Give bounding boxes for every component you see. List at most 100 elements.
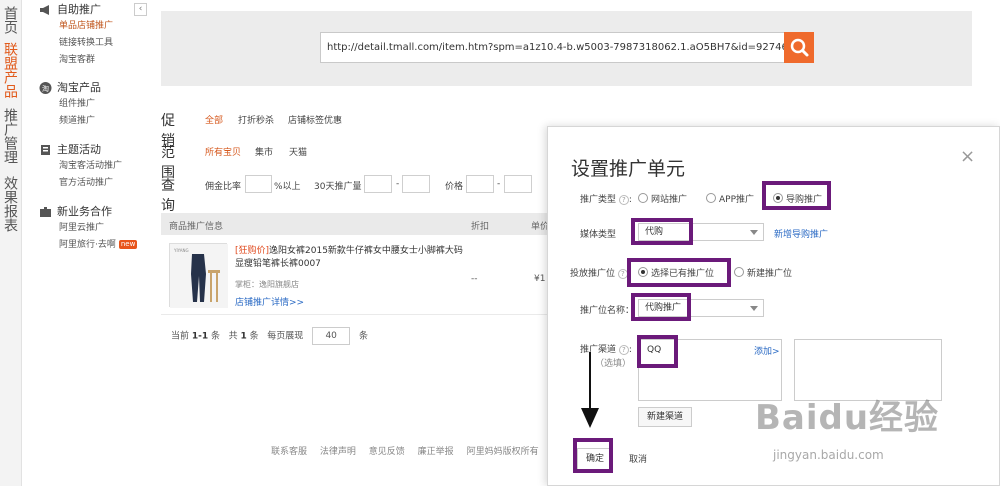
media-type-label: 媒体类型: [580, 230, 617, 240]
volume-min-input[interactable]: [364, 175, 392, 193]
help-icon[interactable]: ?: [618, 345, 629, 355]
activity-icon: [41, 145, 50, 155]
highlight-placement-name: [631, 293, 691, 321]
per-page-select[interactable]: 40: [312, 327, 351, 345]
sidebar-item-taoke-events[interactable]: 淘宝客活动推广: [39, 158, 122, 175]
sidebar-section-header[interactable]: 新业务合作: [39, 204, 137, 220]
highlight-existing-placement: [627, 258, 731, 287]
vnav-item-reports[interactable]: 效果报表: [2, 176, 18, 232]
placement-name-label-text: 推广位名称: [580, 306, 626, 316]
sidebar-section-header[interactable]: 淘 淘宝产品: [39, 80, 101, 96]
arrow-down-icon: [581, 408, 599, 428]
product-image-label: YIYANG: [173, 248, 189, 253]
pager-unit: 条: [211, 331, 221, 342]
footer-copyright: 阿里妈妈版权所有: [466, 447, 539, 457]
new-badge: new: [118, 240, 138, 249]
placement-label-text: 投放推广位: [570, 269, 616, 279]
sidebar-item-taoke-group[interactable]: 淘宝客群: [39, 52, 113, 69]
promo-option-discount[interactable]: 打折秒杀: [238, 113, 274, 126]
commission-input[interactable]: [245, 175, 272, 193]
sidebar-collapse-button[interactable]: ‹: [134, 3, 147, 16]
product-title[interactable]: [狂购价]逸阳女裤2015新款牛仔裤女中腰女士小脚裤大码显瘦铅笔裤长裤0007: [235, 245, 471, 271]
megaphone-icon: [40, 5, 49, 15]
commission-suffix: %以上: [274, 182, 301, 192]
scope-option-market[interactable]: 集市: [255, 145, 273, 158]
vnav-item-promo-manage[interactable]: 推广管理: [2, 108, 18, 164]
sidebar-section-header[interactable]: 自助推广: [39, 2, 113, 18]
volume-max-input[interactable]: [402, 175, 430, 193]
pager-total: 1: [240, 331, 247, 342]
commission-label: 佣金比率: [205, 182, 242, 192]
placement-label: 投放推广位 ?:: [570, 269, 631, 279]
product-discount: --: [471, 274, 478, 284]
taobao-icon: 淘: [39, 82, 52, 94]
table-header: 商品推广信息 折扣 单价: [161, 213, 551, 235]
annotation-arrow-line: [589, 352, 591, 412]
column-header-discount: 折扣: [471, 222, 490, 232]
footer-link-report[interactable]: 廉正举报: [418, 447, 454, 457]
sidebar-section-taobao-products: 淘 淘宝产品 组件推广 频道推广: [39, 80, 101, 130]
puzzle-icon: [40, 207, 51, 217]
footer-link-contact[interactable]: 联系客服: [271, 447, 307, 457]
price-min-input[interactable]: [466, 175, 494, 193]
svg-text:淘: 淘: [42, 84, 49, 93]
product-shop: 掌柜：逸阳旗舰店: [235, 280, 299, 289]
product-thumbnail[interactable]: YIYANG: [169, 243, 228, 308]
query-filter-label: 查询: [161, 178, 175, 214]
price-max-input[interactable]: [504, 175, 532, 193]
close-icon[interactable]: ×: [960, 146, 975, 167]
pager-unit: 条: [249, 331, 259, 342]
sidebar-item-label: 阿里旅行·去啊: [59, 240, 116, 250]
watermark-url: jingyan.baidu.com: [773, 448, 884, 462]
sidebar-item-link-convert[interactable]: 链接转换工具: [39, 35, 113, 52]
promo-option-all[interactable]: 全部: [205, 113, 223, 126]
sidebar-section-title: 淘宝产品: [57, 81, 101, 94]
column-header-product: 商品推广信息: [169, 222, 224, 232]
search-area: http://detail.tmall.com/item.htm?spm=a1z…: [161, 11, 972, 86]
sidebar-section-header[interactable]: 主题活动: [39, 142, 122, 158]
watermark-brand: Baidu经验: [755, 398, 940, 438]
radio-website-promo[interactable]: 网站推广: [638, 192, 687, 205]
channel-optional-hint: （选填）: [595, 359, 632, 369]
scope-option-all[interactable]: 所有宝贝: [205, 145, 241, 158]
product-price: ¥1: [534, 274, 546, 284]
volume-dash: -: [396, 179, 400, 189]
pager-current-label: 当前: [171, 331, 190, 342]
footer-link-feedback[interactable]: 意见反馈: [369, 447, 405, 457]
cancel-button[interactable]: 取消: [629, 452, 647, 465]
search-button[interactable]: [784, 32, 814, 63]
sidebar-item-channel-promo[interactable]: 频道推广: [39, 113, 101, 130]
search-input[interactable]: http://detail.tmall.com/item.htm?spm=a1z…: [320, 32, 785, 63]
vnav-item-home[interactable]: 首页: [2, 6, 18, 34]
radio-new-placement[interactable]: 新建推广位: [734, 266, 792, 279]
vnav-item-products[interactable]: 联盟产品: [2, 42, 18, 98]
sidebar-section-title: 主题活动: [57, 143, 101, 156]
pager-current: 1-1: [191, 331, 209, 342]
promo-option-shop-tag[interactable]: 店铺标签优惠: [288, 113, 342, 126]
footer-link-legal[interactable]: 法律声明: [320, 447, 356, 457]
promo-type-label: 推广类型 ?:: [580, 195, 632, 205]
shop-promo-detail-link[interactable]: 店铺推广详情>>: [235, 295, 304, 308]
add-shopping-guide-link[interactable]: 新增导购推广: [774, 227, 828, 240]
highlight-media-type: [631, 218, 693, 245]
product-tag: [狂购价]: [235, 246, 270, 256]
placement-name-label: 推广位名称：: [580, 306, 635, 316]
sidebar-section-title: 新业务合作: [57, 205, 112, 218]
sidebar-item-widget-promo[interactable]: 组件推广: [39, 96, 101, 113]
volume-label: 30天推广量: [314, 182, 362, 192]
channel-label: 推广渠道 ?:: [580, 345, 632, 355]
help-icon[interactable]: ?: [618, 195, 629, 205]
radio-app-promo[interactable]: APP推广: [706, 192, 754, 205]
sidebar-item-single-shop[interactable]: 单品店铺推广: [39, 18, 113, 35]
add-channel-link[interactable]: 添加>: [754, 344, 780, 357]
sidebar-section-theme-events: 主题活动 淘宝客活动推广 官方活动推广: [39, 142, 122, 192]
sidebar-item-ali-travel[interactable]: 阿里旅行·去啊 new: [39, 237, 138, 254]
sidebar-item-official-events[interactable]: 官方活动推广: [39, 175, 122, 192]
new-channel-button[interactable]: 新建渠道: [638, 407, 692, 427]
sidebar-item-aliyun[interactable]: 阿里云推广: [39, 220, 137, 237]
sidebar-section-new-business: 新业务合作 阿里云推广 阿里旅行·去啊 new: [39, 204, 138, 254]
radio-icon: [706, 193, 716, 203]
chevron-down-icon: [750, 230, 758, 235]
price-dash: -: [497, 179, 501, 189]
scope-option-tmall[interactable]: 天猫: [289, 145, 307, 158]
